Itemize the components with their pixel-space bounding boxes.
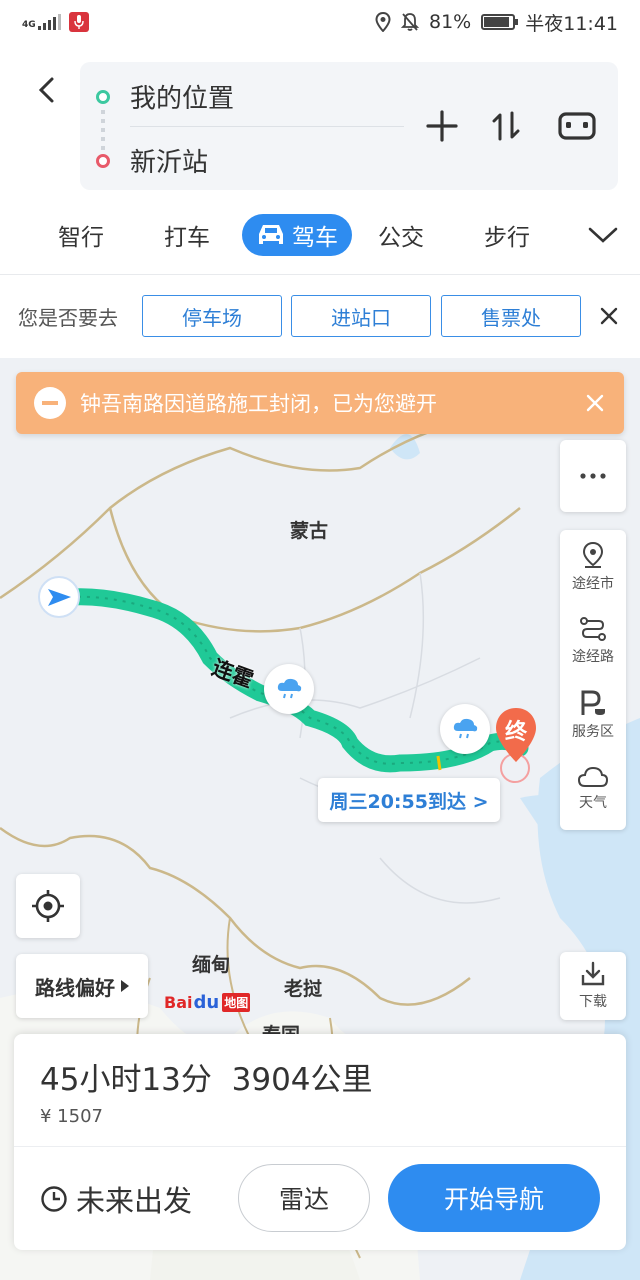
car-plate-icon bbox=[558, 112, 596, 140]
start-navigation-button[interactable]: 开始导航 bbox=[388, 1164, 600, 1232]
swap-icon bbox=[492, 111, 520, 141]
back-arrow-icon bbox=[38, 77, 54, 103]
tool-service-area[interactable]: 服务区 bbox=[560, 678, 626, 752]
battery-percent: 81% bbox=[429, 11, 472, 33]
route-box: 我的位置 新沂站 bbox=[80, 62, 618, 190]
close-icon bbox=[600, 307, 618, 325]
chevron-down-icon bbox=[588, 227, 618, 243]
tool-via-city-label: 途经市 bbox=[572, 576, 614, 592]
close-suggestions-button[interactable] bbox=[594, 301, 624, 331]
tab-drive[interactable]: 驾车 bbox=[242, 214, 352, 256]
route-connector bbox=[101, 110, 105, 150]
close-icon bbox=[586, 394, 604, 412]
divider bbox=[130, 126, 404, 127]
tab-transit[interactable]: 公交 bbox=[378, 214, 424, 256]
map-label-myanmar: 缅甸 bbox=[192, 954, 231, 976]
radar-button[interactable]: 雷达 bbox=[238, 1164, 370, 1232]
download-icon bbox=[581, 961, 605, 986]
notice-icon bbox=[34, 387, 66, 419]
rain-cloud-icon bbox=[453, 718, 478, 739]
current-location-arrow-icon bbox=[38, 576, 80, 618]
vehicle-settings-button[interactable] bbox=[554, 106, 600, 146]
tab-taxi[interactable]: 打车 bbox=[164, 214, 210, 256]
network-type: 4G bbox=[22, 20, 36, 30]
clock-icon bbox=[41, 1186, 67, 1212]
map-label-mongolia: 蒙古 bbox=[290, 520, 329, 542]
future-departure-button[interactable]: 未来出发 bbox=[40, 1178, 192, 1220]
city-pin-icon bbox=[582, 541, 604, 568]
origin-dot-icon bbox=[96, 90, 110, 104]
more-modes-button[interactable] bbox=[586, 218, 620, 252]
tool-weather[interactable]: 天气 bbox=[560, 752, 626, 826]
service-area-icon bbox=[581, 690, 605, 715]
clock: 半夜11:41 bbox=[525, 12, 618, 35]
route-notice-banner: 钟吾南路因道路施工封闭，已为您避开 bbox=[16, 372, 624, 434]
route-duration: 45小时13分 bbox=[40, 1062, 212, 1098]
cloud-icon bbox=[577, 766, 609, 787]
tab-smart[interactable]: 智行 bbox=[58, 214, 104, 256]
future-departure-label: 未来出发 bbox=[76, 1184, 193, 1218]
destination-field[interactable]: 新沂站 bbox=[130, 142, 208, 179]
map-label-laos: 老挝 bbox=[284, 978, 323, 1000]
route-summary-panel: 45小时13分 3904公里 ¥ 1507 未来出发 雷达 开始导航 bbox=[14, 1034, 626, 1250]
origin-field[interactable]: 我的位置 bbox=[130, 78, 234, 115]
rain-cloud-icon bbox=[277, 678, 302, 699]
weather-marker[interactable] bbox=[264, 664, 314, 714]
location-icon bbox=[375, 12, 391, 32]
tool-weather-label: 天气 bbox=[579, 795, 607, 811]
car-icon bbox=[259, 225, 283, 244]
weather-marker[interactable] bbox=[440, 704, 490, 754]
chip-entrance[interactable]: 进站口 bbox=[291, 295, 431, 337]
close-notice-button[interactable] bbox=[580, 388, 610, 418]
route-preference-label: 路线偏好 bbox=[35, 975, 115, 1000]
route-distance: 3904公里 bbox=[231, 1062, 373, 1098]
notice-text: 钟吾南路因道路施工封闭，已为您避开 bbox=[80, 392, 437, 416]
crosshair-icon bbox=[32, 890, 64, 922]
mute-bell-icon bbox=[401, 13, 419, 31]
more-button[interactable] bbox=[560, 440, 626, 512]
battery-icon bbox=[481, 14, 519, 30]
back-button[interactable] bbox=[28, 72, 64, 108]
suggest-question: 您是否要去 bbox=[18, 306, 118, 330]
swap-button[interactable] bbox=[486, 106, 526, 146]
route-icon bbox=[580, 617, 606, 641]
tool-service-area-label: 服务区 bbox=[572, 724, 614, 740]
download-button[interactable]: 下载 bbox=[560, 952, 626, 1020]
destination-suggestions: 您是否要去 停车场 进站口 售票处 bbox=[0, 274, 640, 358]
destination-marker-label: 终 bbox=[504, 720, 527, 745]
tool-via-road-label: 途经路 bbox=[572, 649, 614, 665]
status-bar: 4G 81% 半夜11:41 bbox=[0, 0, 640, 44]
mode-tabs: 智行 打车 驾车 公交 步行 bbox=[0, 210, 640, 260]
tool-via-road[interactable]: 途经路 bbox=[560, 604, 626, 678]
microphone-icon bbox=[68, 12, 89, 32]
divider bbox=[14, 1146, 626, 1147]
more-dots-icon bbox=[580, 473, 606, 479]
route-cost: ¥ 1507 bbox=[40, 1106, 103, 1127]
arrival-time-label[interactable]: 周三20:55到达 > bbox=[318, 778, 500, 822]
tab-drive-label: 驾车 bbox=[292, 225, 338, 251]
tab-walk[interactable]: 步行 bbox=[484, 214, 530, 256]
signal-icon: 4G bbox=[22, 14, 61, 30]
chip-parking[interactable]: 停车场 bbox=[142, 295, 282, 337]
add-stop-button[interactable] bbox=[422, 106, 462, 146]
chip-ticket-office[interactable]: 售票处 bbox=[441, 295, 581, 337]
route-duration-distance[interactable]: 45小时13分 3904公里 bbox=[40, 1054, 373, 1099]
baidu-map-logo: Bai du 地图 bbox=[164, 992, 251, 1013]
route-tools-panel: 途经市 途经路 服务区 天气 bbox=[560, 530, 626, 830]
locate-button[interactable] bbox=[16, 874, 80, 938]
tool-via-city[interactable]: 途经市 bbox=[560, 530, 626, 604]
route-preference-button[interactable]: 路线偏好 bbox=[16, 954, 148, 1018]
plus-icon bbox=[426, 110, 458, 142]
destination-dot-icon bbox=[96, 154, 110, 168]
download-label: 下载 bbox=[579, 994, 607, 1010]
triangle-right-icon bbox=[121, 980, 129, 992]
destination-marker[interactable]: 终 bbox=[492, 706, 540, 764]
route-header: 我的位置 新沂站 智行 打车 驾车 公交 步行 bbox=[0, 44, 640, 274]
